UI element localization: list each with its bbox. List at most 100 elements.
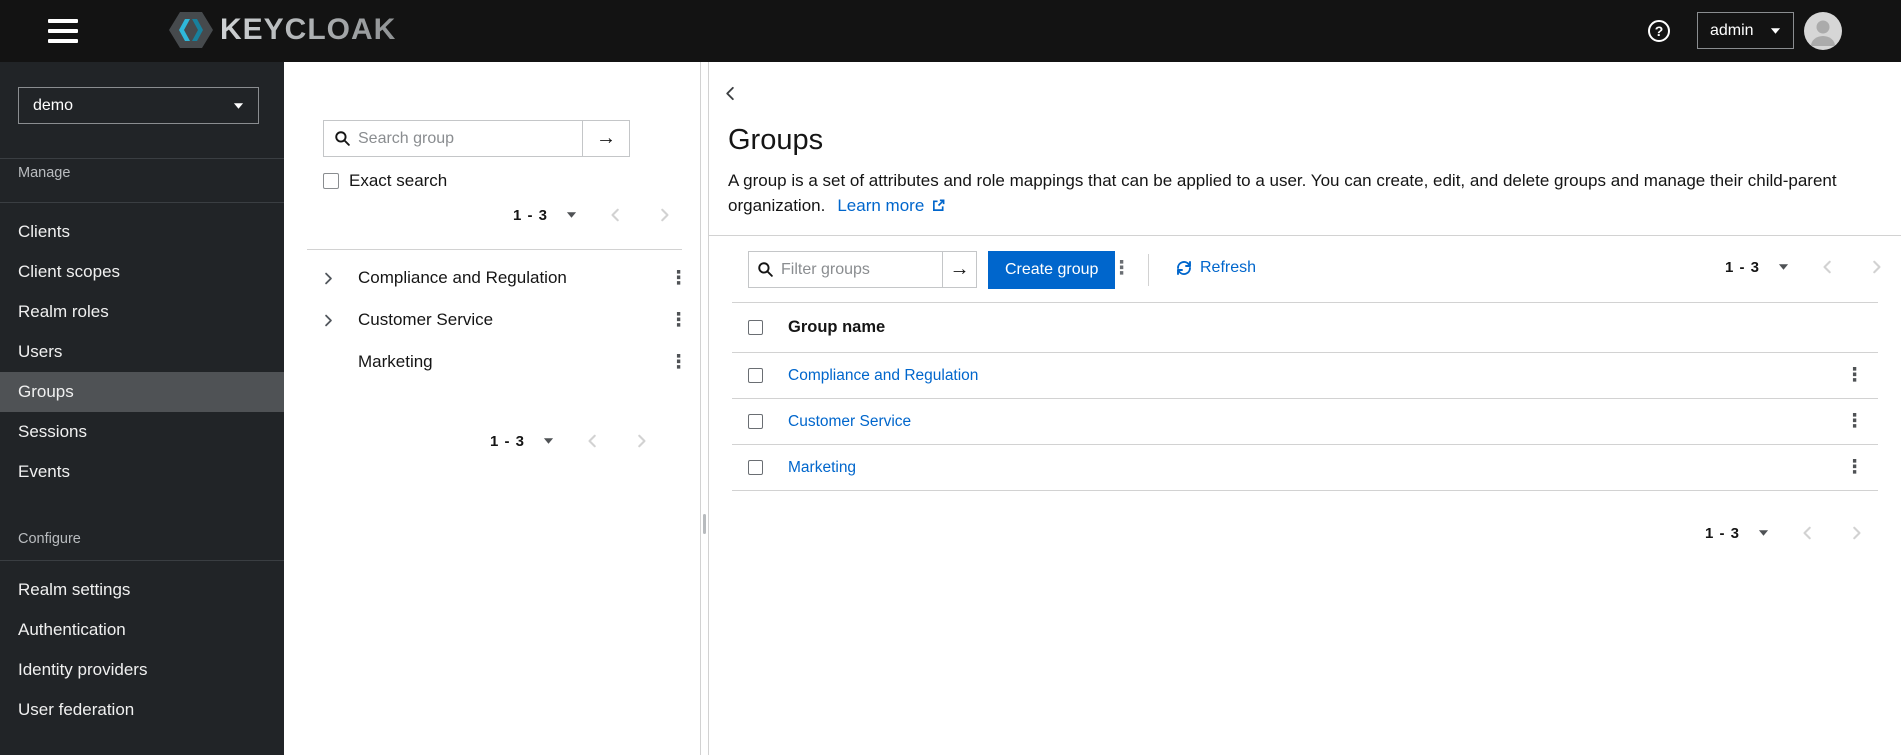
group-link[interactable]: Customer Service <box>788 413 911 431</box>
column-header-group-name: Group name <box>788 318 886 336</box>
row-checkbox[interactable] <box>748 414 763 429</box>
filter-groups-control: → <box>748 251 977 288</box>
tree-item-label[interactable]: Compliance and Regulation <box>358 268 567 288</box>
sidebar-item-users[interactable]: Users <box>0 332 284 372</box>
panel-resizer[interactable] <box>700 62 709 755</box>
pagination-options-caret-icon[interactable] <box>566 211 577 219</box>
kebab-menu-icon[interactable]: ⋮ <box>669 310 688 330</box>
search-submit-button[interactable]: → <box>582 121 629 156</box>
avatar[interactable] <box>1804 12 1842 50</box>
pagination-options-caret-icon[interactable] <box>1758 529 1769 537</box>
collapse-drawer-chevron-icon[interactable] <box>723 86 738 101</box>
nav-section-configure: Configure <box>18 531 81 547</box>
row-checkbox[interactable] <box>748 368 763 383</box>
tree-pagination-top: 1 - 3 <box>513 202 671 228</box>
pagination-range: 1 - 3 <box>490 432 526 450</box>
row-kebab-menu-icon[interactable]: ⋮ <box>1845 412 1864 431</box>
filter-groups-input[interactable] <box>749 252 942 287</box>
expand-chevron-icon[interactable] <box>322 272 335 285</box>
pagination-next-icon[interactable] <box>1849 526 1863 540</box>
filter-submit-button[interactable]: → <box>942 252 976 287</box>
resize-handle[interactable] <box>703 514 706 534</box>
row-kebab-menu-icon[interactable]: ⋮ <box>1845 366 1864 385</box>
pagination-next-icon[interactable] <box>657 208 671 222</box>
table-row: Customer Service ⋮ <box>732 399 1878 445</box>
refresh-icon <box>1176 260 1192 276</box>
sidebar-item-user-federation[interactable]: User federation <box>0 690 284 730</box>
tree-item-customer-service[interactable]: Customer Service ⋮ <box>284 299 700 341</box>
pagination-options-caret-icon[interactable] <box>1778 263 1789 271</box>
sidebar-item-groups[interactable]: Groups <box>0 372 284 412</box>
divider <box>307 249 682 250</box>
tree-item-compliance-and-regulation[interactable]: Compliance and Regulation ⋮ <box>284 257 700 299</box>
sidebar: demo Manage Clients Client scopes Realm … <box>0 62 284 755</box>
pagination-prev-icon[interactable] <box>1821 260 1835 274</box>
sidebar-item-authentication[interactable]: Authentication <box>0 610 284 650</box>
sidebar-item-realm-settings[interactable]: Realm settings <box>0 570 284 610</box>
toolbar-kebab-menu-icon[interactable]: ⋮ <box>1112 259 1131 278</box>
realm-selector-value: demo <box>33 96 74 114</box>
divider <box>0 560 284 561</box>
sidebar-item-clients[interactable]: Clients <box>0 212 284 252</box>
divider <box>0 158 284 159</box>
expand-chevron-icon[interactable] <box>322 314 335 327</box>
group-link[interactable]: Compliance and Regulation <box>788 367 978 385</box>
exact-search-row: Exact search <box>323 171 447 191</box>
masthead: KEYCLOAK ? admin <box>0 0 1901 62</box>
groups-table: Group name Compliance and Regulation ⋮ C… <box>732 302 1878 491</box>
row-checkbox[interactable] <box>748 460 763 475</box>
pagination-prev-icon[interactable] <box>1801 526 1815 540</box>
pagination-prev-icon[interactable] <box>586 434 600 448</box>
search-icon <box>334 130 351 152</box>
table-header-row: Group name <box>732 303 1878 353</box>
learn-more-link[interactable]: Learn more <box>837 196 945 215</box>
table-pagination-bottom: 1 - 3 <box>1705 520 1863 546</box>
search-icon <box>757 261 774 283</box>
realm-selector[interactable]: demo <box>18 87 259 124</box>
tree-item-marketing[interactable]: Marketing ⋮ <box>284 341 700 383</box>
kebab-menu-icon[interactable]: ⋮ <box>669 268 688 288</box>
toolbar-separator <box>1148 254 1149 286</box>
refresh-label: Refresh <box>1200 259 1257 276</box>
tree-pagination-bottom: 1 - 3 <box>490 428 648 454</box>
group-tree-panel: → Exact search 1 - 3 Compliance and Reg <box>284 62 700 755</box>
table-pagination-top: 1 - 3 <box>1725 254 1883 280</box>
groups-main-panel: Groups A group is a set of attributes an… <box>709 62 1901 755</box>
page-description: A group is a set of attributes and role … <box>728 168 1873 219</box>
external-link-icon <box>932 194 945 219</box>
chevron-down-icon <box>233 102 244 110</box>
sidebar-item-identity-providers[interactable]: Identity providers <box>0 650 284 690</box>
exact-search-checkbox[interactable] <box>323 173 339 189</box>
create-group-button[interactable]: Create group <box>988 251 1116 289</box>
pagination-prev-icon[interactable] <box>609 208 623 222</box>
select-all-checkbox[interactable] <box>748 320 763 335</box>
pagination-range: 1 - 3 <box>513 206 549 224</box>
user-dropdown-label: admin <box>1710 21 1754 39</box>
sidebar-item-events[interactable]: Events <box>0 452 284 492</box>
divider <box>709 235 1901 236</box>
tree-item-label[interactable]: Marketing <box>358 352 433 372</box>
pagination-range: 1 - 3 <box>1705 524 1741 542</box>
keycloak-logo[interactable]: KEYCLOAK <box>168 11 396 49</box>
sidebar-item-sessions[interactable]: Sessions <box>0 412 284 452</box>
keycloak-admin-console: KEYCLOAK ? admin demo Manage Clients Cli… <box>0 0 1901 755</box>
group-link[interactable]: Marketing <box>788 459 856 477</box>
search-group-input[interactable] <box>324 121 582 156</box>
user-dropdown[interactable]: admin <box>1697 12 1794 49</box>
refresh-button[interactable]: Refresh <box>1176 259 1256 277</box>
help-icon[interactable]: ? <box>1648 20 1670 42</box>
kebab-menu-icon[interactable]: ⋮ <box>669 352 688 372</box>
nav-toggle-hamburger-icon[interactable] <box>48 19 78 43</box>
divider <box>0 202 284 203</box>
tree-item-label[interactable]: Customer Service <box>358 310 493 330</box>
chevron-down-icon <box>1770 27 1781 35</box>
group-search-control: → <box>323 120 630 157</box>
pagination-next-icon[interactable] <box>1869 260 1883 274</box>
sidebar-item-client-scopes[interactable]: Client scopes <box>0 252 284 292</box>
pagination-options-caret-icon[interactable] <box>543 437 554 445</box>
pagination-next-icon[interactable] <box>634 434 648 448</box>
row-kebab-menu-icon[interactable]: ⋮ <box>1845 458 1864 477</box>
keycloak-logo-text: KEYCLOAK <box>220 13 397 46</box>
exact-search-label: Exact search <box>349 171 448 190</box>
sidebar-item-realm-roles[interactable]: Realm roles <box>0 292 284 332</box>
